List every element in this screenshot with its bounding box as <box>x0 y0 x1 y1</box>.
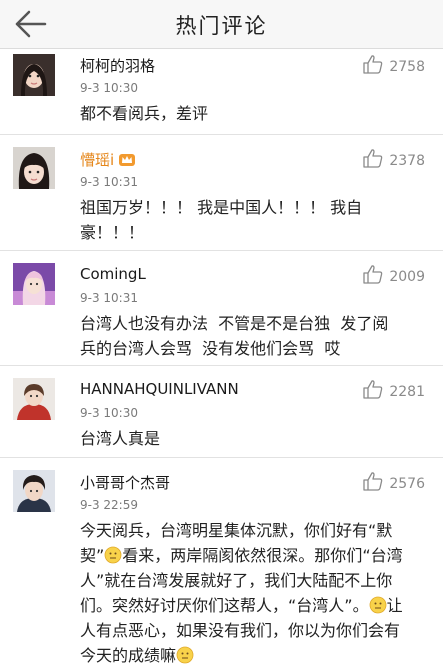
like-button[interactable]: 2378 <box>363 149 425 169</box>
top-bar: 热门评论 <box>0 0 443 49</box>
avatar[interactable] <box>13 378 55 420</box>
like-count: 2281 <box>389 384 425 400</box>
like-button[interactable]: 2576 <box>363 472 425 492</box>
comment-item: 小哥哥个杰哥 9-3 22:59 2576 今天阅兵，台湾明星集体沉默，你们好有… <box>0 458 443 670</box>
like-count: 2758 <box>389 59 425 75</box>
avatar[interactable] <box>13 263 55 305</box>
like-count: 2378 <box>389 153 425 169</box>
emoji-icon <box>369 596 387 614</box>
comment-time: 9-3 10:30 <box>80 406 138 420</box>
thumbs-up-icon <box>363 472 383 491</box>
thumbs-up-icon <box>363 149 383 168</box>
like-button[interactable]: 2281 <box>363 380 425 400</box>
thumbs-up-icon <box>363 380 383 399</box>
avatar[interactable] <box>13 147 55 189</box>
comment-username[interactable]: 懵瑶i <box>80 149 136 170</box>
comment-username[interactable]: 柯柯的羽格 <box>80 55 155 76</box>
thumbs-up-icon <box>363 265 383 284</box>
comment-time: 9-3 10:30 <box>80 81 138 95</box>
emoji-icon <box>104 546 122 564</box>
emoji-icon <box>176 646 194 664</box>
comment-text: 台湾人真是 <box>80 429 161 448</box>
avatar[interactable] <box>13 54 55 96</box>
comment-item: ComingL 9-3 10:31 2009 台湾人也没有办法 不管是不是台独 … <box>0 251 443 366</box>
comment-time: 9-3 22:59 <box>80 498 138 512</box>
comment-item: 柯柯的羽格 9-3 10:30 2758 都不看阅兵，差评 <box>0 49 443 135</box>
comment-item: 懵瑶i 9-3 10:31 2378 祖国万岁！！！ 我是中国人！！！ 我自豪！… <box>0 135 443 251</box>
like-button[interactable]: 2009 <box>363 265 425 285</box>
avatar[interactable] <box>13 470 55 512</box>
like-button[interactable]: 2758 <box>363 55 425 75</box>
page-title: 热门评论 <box>175 14 268 38</box>
comment-text: 祖国万岁！！！ 我是中国人！！！ 我自豪！！！ <box>80 198 363 242</box>
comment-time: 9-3 10:31 <box>80 291 138 305</box>
comment-time: 9-3 10:31 <box>80 175 138 189</box>
comment-username[interactable]: 小哥哥个杰哥 <box>80 472 170 493</box>
comment-item: HANNAHQUINLIVANN 9-3 10:30 2281 台湾人真是 <box>0 366 443 458</box>
comment-username[interactable]: ComingL <box>80 265 146 283</box>
comment-text: 今天阅兵，台湾明星集体沉默，你们好有“默契” 看来，两岸隔阂依然很深。那你们“台湾… <box>80 521 403 665</box>
thumbs-up-icon <box>363 55 383 74</box>
comment-text: 都不看阅兵，差评 <box>80 104 209 123</box>
vip-crown-icon <box>119 154 136 166</box>
like-count: 2009 <box>389 269 425 285</box>
comment-username[interactable]: HANNAHQUINLIVANN <box>80 380 239 398</box>
comment-text: 台湾人也没有办法 不管是不是台独 发了阅兵的台湾人会骂 没有发他们会骂 哎 <box>80 314 389 358</box>
like-count: 2576 <box>389 476 425 492</box>
